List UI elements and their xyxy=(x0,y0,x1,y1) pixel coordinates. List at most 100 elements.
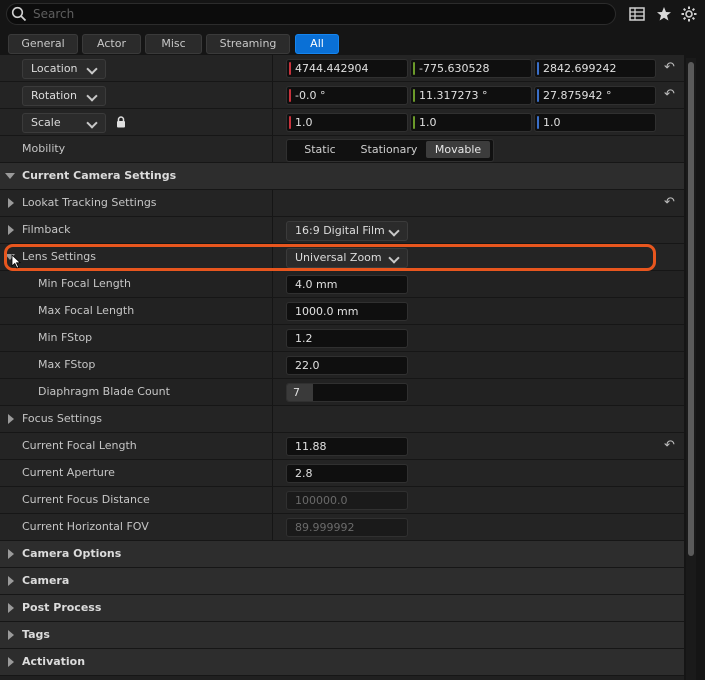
focus-settings-label: Focus Settings xyxy=(22,412,103,425)
current-hfov-field: 89.999992 xyxy=(286,518,408,537)
filmback-dropdown[interactable]: 16:9 Digital Film xyxy=(286,221,408,241)
mobility-selector: Static Stationary Movable xyxy=(286,139,494,162)
star-icon[interactable] xyxy=(655,5,673,23)
scrollbar-thumb[interactable] xyxy=(688,62,694,556)
section-camera-options[interactable]: Camera Options xyxy=(0,541,684,568)
expand-arrow-icon xyxy=(8,630,14,640)
collapse-arrow-icon xyxy=(5,173,15,179)
section-title: Camera xyxy=(22,574,70,587)
current-camera-settings-header[interactable]: Current Camera Settings xyxy=(0,163,684,190)
search-icon xyxy=(11,6,27,25)
expand-arrow-icon xyxy=(8,657,14,667)
section-tags[interactable]: Tags xyxy=(0,622,684,649)
current-focus-distance-row: Current Focus Distance 100000.0 xyxy=(0,487,684,514)
max-fstop-label: Max FStop xyxy=(38,358,96,371)
section-camera[interactable]: Camera xyxy=(0,568,684,595)
tab-actor[interactable]: Actor xyxy=(82,34,141,54)
gear-icon[interactable] xyxy=(680,5,698,23)
current-hfov-row: Current Horizontal FOV 89.999992 xyxy=(0,514,684,541)
table-icon[interactable] xyxy=(628,5,646,23)
current-focus-distance-label: Current Focus Distance xyxy=(22,493,150,506)
rotation-z-field[interactable]: 27.875942 ° xyxy=(534,86,656,105)
reset-icon[interactable]: ↶ xyxy=(664,88,678,102)
max-focal-length-field[interactable]: 1000.0 mm xyxy=(286,302,408,321)
section-title: Camera Options xyxy=(22,547,122,560)
lookat-row[interactable]: Lookat Tracking Settings ↶ xyxy=(0,190,684,217)
mobility-label: Mobility xyxy=(22,142,66,155)
expand-arrow-icon xyxy=(8,414,14,424)
scale-y-field[interactable]: 1.0 xyxy=(410,113,532,132)
min-fstop-row: Min FStop 1.2 xyxy=(0,325,684,352)
current-focus-distance-field: 100000.0 xyxy=(286,491,408,510)
location-row: Location 4744.442904 -775.630528 2842.69… xyxy=(0,55,684,82)
section-title: Activation xyxy=(22,655,86,668)
filmback-label: Filmback xyxy=(22,223,71,236)
min-focal-length-label: Min Focal Length xyxy=(38,277,131,290)
mobility-movable[interactable]: Movable xyxy=(426,141,490,158)
reset-icon[interactable]: ↶ xyxy=(664,61,678,75)
chevron-down-icon xyxy=(86,90,98,102)
location-z-field[interactable]: 2842.699242 xyxy=(534,59,656,78)
chevron-down-icon xyxy=(388,225,400,237)
min-focal-length-field[interactable]: 4.0 mm xyxy=(286,275,408,294)
lookat-label: Lookat Tracking Settings xyxy=(22,196,157,209)
tab-general[interactable]: General xyxy=(8,34,78,54)
max-fstop-row: Max FStop 22.0 xyxy=(0,352,684,379)
section-title: Current Camera Settings xyxy=(22,169,177,182)
current-aperture-row: Current Aperture 2.8 xyxy=(0,460,684,487)
search-input[interactable]: Search xyxy=(6,3,616,25)
current-focal-length-field[interactable]: 11.88 xyxy=(286,437,408,456)
reset-icon[interactable]: ↶ xyxy=(664,439,678,453)
reset-icon[interactable]: ↶ xyxy=(664,196,678,210)
min-fstop-field[interactable]: 1.2 xyxy=(286,329,408,348)
tab-streaming[interactable]: Streaming xyxy=(206,34,290,54)
diaphragm-blade-count-label: Diaphragm Blade Count xyxy=(38,385,170,398)
location-dropdown[interactable]: Location xyxy=(22,59,106,79)
rotation-y-field[interactable]: 11.317273 ° xyxy=(410,86,532,105)
search-placeholder: Search xyxy=(33,7,75,21)
mobility-static[interactable]: Static xyxy=(289,141,351,158)
mobility-row: Mobility Static Stationary Movable xyxy=(0,136,684,163)
focus-settings-row[interactable]: Focus Settings xyxy=(0,406,684,433)
scale-label: Scale xyxy=(31,116,61,129)
rotation-row: Rotation -0.0 ° 11.317273 ° 27.875942 ° … xyxy=(0,82,684,109)
min-focal-length-row: Min Focal Length 4.0 mm xyxy=(0,271,684,298)
rotation-x-field[interactable]: -0.0 ° xyxy=(286,86,408,105)
current-focal-length-row: Current Focal Length 11.88 ↶ xyxy=(0,433,684,460)
current-hfov-label: Current Horizontal FOV xyxy=(22,520,149,533)
section-title: Tags xyxy=(22,628,50,641)
expand-arrow-icon xyxy=(8,549,14,559)
expand-arrow-icon xyxy=(8,576,14,586)
lock-icon[interactable] xyxy=(116,116,126,128)
mobility-stationary[interactable]: Stationary xyxy=(353,141,425,158)
current-aperture-label: Current Aperture xyxy=(22,466,115,479)
location-x-field[interactable]: 4744.442904 xyxy=(286,59,408,78)
chevron-down-icon xyxy=(86,117,98,129)
max-focal-length-row: Max Focal Length 1000.0 mm xyxy=(0,298,684,325)
scale-x-field[interactable]: 1.0 xyxy=(286,113,408,132)
expand-arrow-icon[interactable] xyxy=(8,225,14,235)
expand-arrow-icon xyxy=(8,198,14,208)
diaphragm-blade-count-slider[interactable]: 7 xyxy=(286,383,408,402)
scale-dropdown[interactable]: Scale xyxy=(22,113,106,133)
highlight-outline xyxy=(4,244,656,271)
current-focal-length-label: Current Focal Length xyxy=(22,439,137,452)
mouse-cursor-icon xyxy=(11,254,21,269)
section-post-process[interactable]: Post Process xyxy=(0,595,684,622)
diaphragm-blade-count-row: Diaphragm Blade Count 7 xyxy=(0,379,684,406)
section-title: Post Process xyxy=(22,601,102,614)
slider-fill: 7 xyxy=(287,384,313,401)
min-fstop-label: Min FStop xyxy=(38,331,93,344)
scale-z-field[interactable]: 1.0 xyxy=(534,113,656,132)
max-focal-length-label: Max Focal Length xyxy=(38,304,135,317)
max-fstop-field[interactable]: 22.0 xyxy=(286,356,408,375)
location-label: Location xyxy=(31,62,78,75)
tab-all[interactable]: All xyxy=(295,34,339,54)
filmback-row: Filmback 16:9 Digital Film xyxy=(0,217,684,244)
section-activation[interactable]: Activation xyxy=(0,649,684,676)
location-y-field[interactable]: -775.630528 xyxy=(410,59,532,78)
rotation-dropdown[interactable]: Rotation xyxy=(22,86,106,106)
expand-arrow-icon xyxy=(8,603,14,613)
tab-misc[interactable]: Misc xyxy=(145,34,202,54)
current-aperture-field[interactable]: 2.8 xyxy=(286,464,408,483)
